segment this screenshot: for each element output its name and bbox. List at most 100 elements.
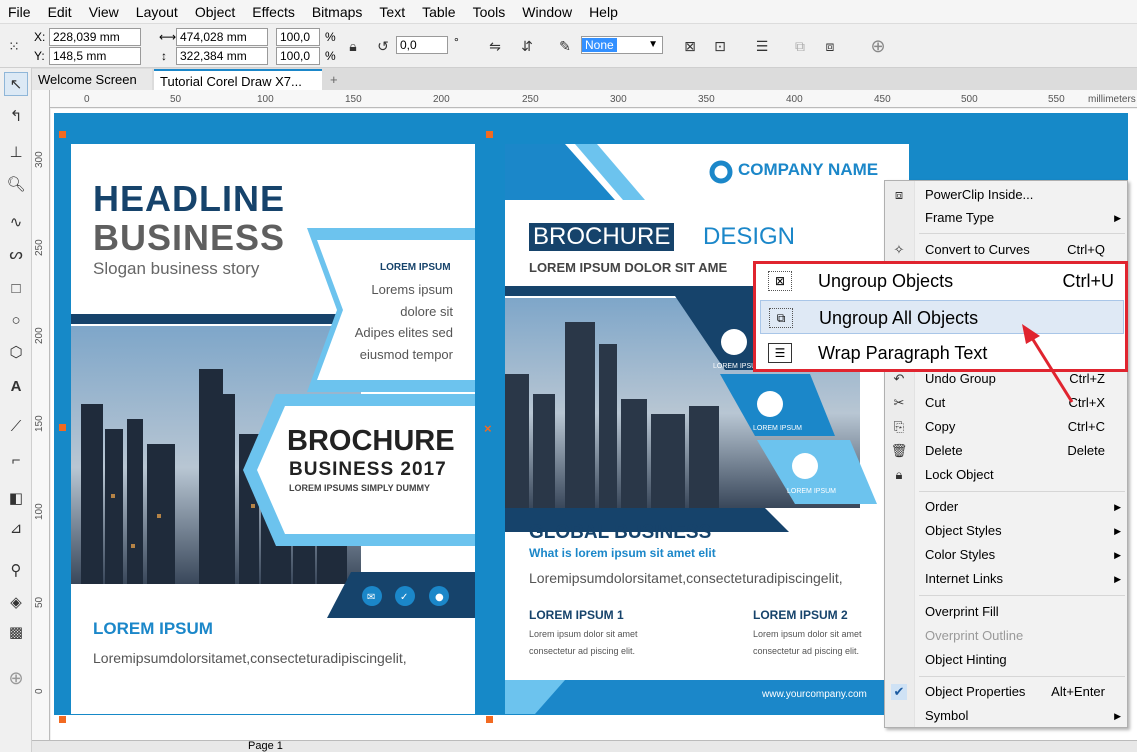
- page-tab[interactable]: Page 1: [248, 740, 283, 752]
- scissors-icon: ✂: [893, 395, 905, 410]
- global-business-subtitle: What is lorem ipsum sit amet elit: [529, 546, 716, 560]
- ruler-tick: 250: [34, 239, 45, 256]
- zoom-tool-icon[interactable]: 🔍︎: [4, 172, 28, 196]
- drop-shadow-icon[interactable]: ◧: [4, 486, 28, 510]
- menu-item-label: Copy: [925, 419, 956, 434]
- trim-icon[interactable]: ⧈: [820, 36, 840, 56]
- connector-tool-icon[interactable]: ⌐: [4, 448, 28, 472]
- menu-item-copy[interactable]: ⎘ Copy Ctrl+C: [885, 416, 1127, 438]
- text-tool-icon[interactable]: A: [4, 374, 28, 398]
- menu-table[interactable]: Table: [414, 0, 464, 24]
- y-position-field[interactable]: 148,5 mm: [49, 47, 141, 65]
- body-line: Adipes elites sed: [354, 325, 453, 340]
- website-text: www.yourcompany.com: [762, 689, 867, 700]
- menu-item-label: Overprint Outline: [925, 628, 1024, 643]
- height-field[interactable]: 322,384 mm: [176, 47, 268, 65]
- interactive-fill-icon[interactable]: ◈: [4, 590, 28, 614]
- parallel-dimension-icon[interactable]: ⟋: [4, 414, 28, 438]
- brochure-label: BROCHURE: [529, 223, 675, 251]
- menu-effects[interactable]: Effects: [244, 0, 304, 24]
- menu-item-color-styles[interactable]: Color Styles ▶: [885, 544, 1127, 566]
- width-field[interactable]: 474,028 mm: [176, 28, 268, 46]
- vertical-ruler[interactable]: 300 250 200 150 100 50 0: [32, 90, 50, 752]
- menu-tools[interactable]: Tools: [465, 0, 515, 24]
- ungroup-all-icon: ⧉: [769, 308, 793, 328]
- menu-item-object-styles[interactable]: Object Styles ▶: [885, 520, 1127, 542]
- selection-handle[interactable]: [59, 716, 66, 723]
- lock-ratio-icon[interactable]: 🔒︎: [343, 36, 363, 56]
- wrap-text-icon[interactable]: ☰: [752, 36, 772, 56]
- headline-text: HEADLINE: [93, 178, 286, 219]
- checkmark-icon: ✔: [891, 684, 907, 700]
- menu-layout[interactable]: Layout: [128, 0, 187, 24]
- shape-tool-icon[interactable]: ↰: [4, 104, 28, 128]
- new-tab-button[interactable]: +: [324, 69, 344, 90]
- menu-item-overprint-outline[interactable]: Overprint Outline: [885, 625, 1127, 647]
- menu-help[interactable]: Help: [581, 0, 627, 24]
- brochure-left-page[interactable]: ✉ ✓ ● HEADLINE BUSINESS Slogan business …: [71, 144, 475, 714]
- scale-y-field[interactable]: 100,0: [276, 47, 320, 65]
- selection-handle[interactable]: [59, 131, 66, 138]
- mirror-vertical-icon[interactable]: ⇵: [517, 36, 537, 56]
- menu-item-internet-links[interactable]: Internet Links ▶: [885, 568, 1127, 590]
- menu-item-lock-object[interactable]: 🔒︎ Lock Object: [885, 464, 1127, 486]
- powerclip-icon: ⧈: [894, 187, 904, 202]
- weld-icon[interactable]: ⧉: [790, 36, 810, 56]
- ungroup-icon[interactable]: ⊠: [680, 36, 700, 56]
- menu-item-object-properties[interactable]: ✔ Object Properties Alt+Enter: [885, 681, 1127, 703]
- freehand-tool-icon[interactable]: ∿: [4, 210, 28, 234]
- rectangle-tool-icon[interactable]: □: [4, 276, 28, 300]
- menu-view[interactable]: View: [81, 0, 128, 24]
- rotation-field[interactable]: 0,0: [396, 36, 448, 54]
- x-position-field[interactable]: 228,039 mm: [49, 28, 141, 46]
- horizontal-ruler[interactable]: 0 50 100 150 200 250 300 350 400 450 500…: [50, 90, 1137, 108]
- tab-tutorial-document[interactable]: Tutorial Corel Draw X7...: [154, 69, 322, 90]
- pick-tool-icon[interactable]: ↖: [4, 72, 28, 96]
- menu-object[interactable]: Object: [187, 0, 244, 24]
- outline-width-select[interactable]: None ▼: [581, 36, 663, 54]
- submenu-arrow-icon: ▶: [1114, 550, 1121, 560]
- menu-item-cut[interactable]: ✂ Cut Ctrl+X: [885, 392, 1127, 414]
- center-marker-icon[interactable]: ×: [484, 421, 492, 436]
- menu-window[interactable]: Window: [514, 0, 581, 24]
- smart-fill-icon[interactable]: ▩: [4, 620, 28, 644]
- selection-handle[interactable]: [486, 716, 493, 723]
- menu-item-symbol[interactable]: Symbol ▶: [885, 705, 1127, 727]
- ellipse-tool-icon[interactable]: ○: [4, 308, 28, 332]
- tab-welcome-screen[interactable]: Welcome Screen: [32, 69, 152, 90]
- brochure-right-page[interactable]: COMPANY NAME BROCHURE DESIGN LOREM IPSUM…: [505, 144, 909, 714]
- menu-item-shortcut: Alt+Enter: [1051, 684, 1105, 699]
- selection-handle[interactable]: [486, 131, 493, 138]
- menu-item-shortcut: Ctrl+C: [1067, 419, 1105, 434]
- mirror-horizontal-icon[interactable]: ⇋: [485, 36, 505, 56]
- add-icon[interactable]: ⊕: [868, 36, 888, 56]
- menu-item-order[interactable]: Order ▶: [885, 496, 1127, 518]
- selection-handle[interactable]: [59, 424, 66, 431]
- menu-item-frame-type[interactable]: Frame Type ▶: [885, 207, 1127, 229]
- menu-item-convert-to-curves[interactable]: ✧ Convert to Curves Ctrl+Q: [885, 239, 1127, 261]
- artistic-media-icon[interactable]: ᔕ: [4, 242, 28, 266]
- eyedropper-icon[interactable]: ⚲: [4, 558, 28, 582]
- menu-bitmaps[interactable]: Bitmaps: [304, 0, 372, 24]
- lock-icon: 🔒︎: [895, 467, 903, 482]
- menu-edit[interactable]: Edit: [40, 0, 81, 24]
- transparency-icon[interactable]: ⊿: [4, 516, 28, 540]
- menu-item-label: Order: [925, 499, 959, 514]
- menu-item-overprint-fill[interactable]: Overprint Fill: [885, 601, 1127, 623]
- reference-point-icon[interactable]: ⁙: [4, 36, 24, 56]
- menu-file[interactable]: File: [0, 0, 40, 24]
- menu-text[interactable]: Text: [371, 0, 414, 24]
- crop-tool-icon[interactable]: ⊥: [4, 140, 28, 164]
- menu-item-object-hinting[interactable]: Object Hinting: [885, 649, 1127, 671]
- scale-x-field[interactable]: 100,0: [276, 28, 320, 46]
- menu-item-ungroup-objects[interactable]: ⊠ Ungroup Objects Ctrl+U: [760, 264, 1124, 298]
- rotate-icon: ↺: [377, 37, 389, 54]
- add-tool-icon[interactable]: ⊕: [4, 666, 28, 690]
- polygon-tool-icon[interactable]: ⬡: [4, 340, 28, 364]
- menu-item-delete[interactable]: 🗑︎ Delete Delete: [885, 440, 1127, 462]
- menu-item-powerclip-inside[interactable]: ⧈ PowerClip Inside...: [885, 184, 1127, 206]
- menu-item-label: PowerClip Inside...: [925, 187, 1034, 202]
- ruler-tick: 200: [34, 327, 45, 344]
- ruler-tick: 550: [1048, 94, 1065, 105]
- ungroup-all-icon[interactable]: ⊡: [710, 36, 730, 56]
